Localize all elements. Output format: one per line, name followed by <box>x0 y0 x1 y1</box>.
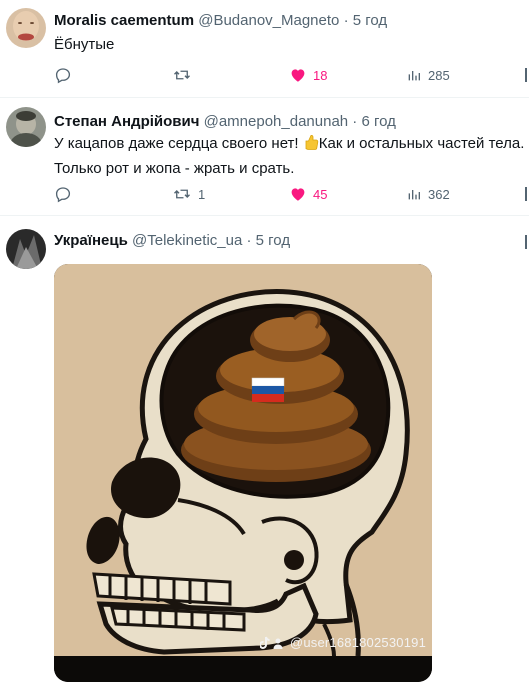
tweet-text: У кацапов даже сердца своего нет! Как и … <box>54 133 524 180</box>
tweet-header: Українець @Telekinetic_ua · 5 год <box>54 232 290 249</box>
view-count: 285 <box>428 67 450 83</box>
author-handle[interactable]: @Budanov_Magneto <box>198 12 339 29</box>
russian-flag-icon <box>251 377 285 402</box>
author-handle[interactable]: @Telekinetic_ua <box>132 232 242 249</box>
reply-icon <box>55 68 71 84</box>
like-button[interactable]: 18 <box>289 66 327 84</box>
retweet-button[interactable]: 1 <box>172 185 205 203</box>
avatar[interactable] <box>6 107 46 147</box>
views-icon <box>408 71 420 81</box>
retweet-button[interactable] <box>172 66 198 84</box>
tweet-1[interactable]: Moralis caementum @Budanov_Magneto · 5 г… <box>0 0 529 98</box>
tweet-header: Moralis caementum @Budanov_Magneto · 5 г… <box>54 12 387 29</box>
tweet-media-image[interactable]: @user1681802530191 <box>54 264 432 682</box>
views-button[interactable]: 362 <box>406 185 450 203</box>
heart-icon <box>291 69 305 82</box>
tweet-header: Степан Андрійович @amnepoh_danunah · 6 г… <box>54 113 396 130</box>
author-name[interactable]: Moralis caementum <box>54 12 194 29</box>
timestamp[interactable]: 5 год <box>353 12 387 29</box>
retweet-icon <box>174 70 190 80</box>
tweet-text: Ёбнутые <box>54 36 115 53</box>
thumbs-up-emoji-icon <box>303 133 319 158</box>
tiktok-icon <box>259 636 283 649</box>
view-count: 362 <box>428 186 450 202</box>
separator: · <box>343 12 349 29</box>
views-button[interactable]: 285 <box>406 66 450 84</box>
watermark-text: @user1681802530191 <box>289 635 426 650</box>
author-handle[interactable]: @amnepoh_danunah <box>204 113 349 130</box>
more-icon[interactable] <box>521 185 529 201</box>
retweet-icon <box>174 189 190 199</box>
separator: · <box>352 113 358 130</box>
views-icon <box>408 190 420 200</box>
like-count: 18 <box>313 67 328 83</box>
like-count: 45 <box>313 186 328 202</box>
media-watermark: @user1681802530191 <box>259 635 426 650</box>
timestamp[interactable]: 5 год <box>256 232 290 249</box>
reply-button[interactable] <box>54 185 78 203</box>
retweet-count: 1 <box>198 186 206 202</box>
avatar[interactable] <box>6 229 46 269</box>
heart-icon <box>291 188 305 201</box>
like-button[interactable]: 45 <box>289 185 327 203</box>
timestamp[interactable]: 6 год <box>361 113 395 130</box>
reply-icon <box>55 187 71 203</box>
author-name[interactable]: Степан Андрійович <box>54 113 199 130</box>
tweet-text-line1a: У кацапов даже сердца своего нет! <box>54 135 299 152</box>
more-icon[interactable] <box>521 233 529 249</box>
author-name[interactable]: Українець <box>54 232 128 249</box>
reply-button[interactable] <box>54 66 78 84</box>
separator: · <box>246 232 252 249</box>
avatar[interactable] <box>6 8 46 48</box>
more-icon[interactable] <box>521 66 529 82</box>
tweet-2[interactable]: Степан Андрійович @amnepoh_danunah · 6 г… <box>0 97 529 216</box>
skull-illustration <box>54 264 432 682</box>
tweet-text-line1b: Как и остальных частей тела. <box>318 135 525 152</box>
tweet-text-line2: Только рот и жопа - жрать и срать. <box>54 160 295 177</box>
